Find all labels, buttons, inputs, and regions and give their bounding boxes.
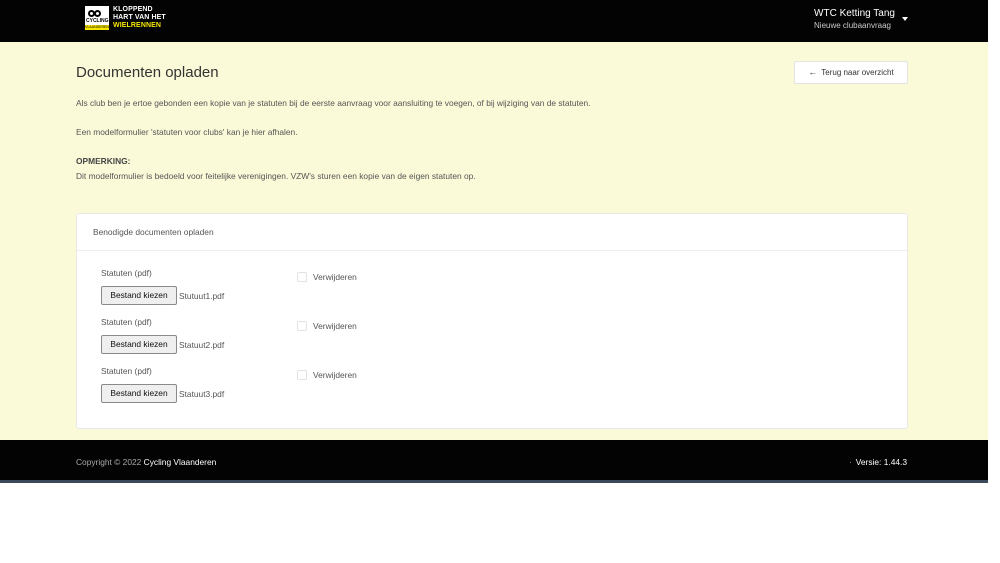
user-subtitle: Nieuwe clubaanvraag	[814, 21, 891, 30]
delete-label[interactable]: Verwijderen	[313, 321, 357, 331]
upload-row: Statuten (pdf) Bestand kiezen Statuut2.p…	[101, 317, 701, 357]
version-text: Versie: 1.44.3	[855, 457, 907, 467]
back-to-overview-button[interactable]: ← Terug naar overzicht	[794, 61, 908, 84]
intro-text: Als club ben je ertoe gebonden een kopie…	[76, 98, 591, 108]
logo-line-2: HART VAN HET	[113, 14, 166, 21]
card-heading: Benodigde documenten opladen	[77, 214, 907, 251]
upload-row: Statuten (pdf) Bestand kiezen Statuut3.p…	[101, 366, 701, 406]
upload-label: Statuten (pdf)	[101, 366, 152, 376]
caret-down-icon[interactable]	[902, 17, 908, 21]
remark-title: OPMERKING:	[76, 156, 131, 166]
logo-badge: CYCLING VLAANDEREN	[85, 6, 109, 30]
version-info: · Versie: 1.44.3	[849, 457, 907, 467]
logo-badge-strip-text: VLAANDEREN	[85, 25, 109, 29]
page-title: Documenten opladen	[76, 64, 219, 81]
upload-card: Benodigde documenten opladen Statuten (p…	[76, 213, 908, 429]
user-menu[interactable]: WTC Ketting Tang Nieuwe clubaanvraag	[814, 8, 895, 31]
copyright: Copyright © 2022 Cycling Vlaanderen	[76, 457, 216, 467]
choose-file-button[interactable]: Bestand kiezen	[101, 335, 177, 354]
choose-file-button[interactable]: Bestand kiezen	[101, 384, 177, 403]
user-name: WTC Ketting Tang	[814, 8, 895, 19]
logo-line-3: WIELRENNEN	[113, 22, 162, 29]
upload-label: Statuten (pdf)	[101, 317, 152, 327]
bottom-border	[0, 480, 988, 483]
logo-ring-icon	[94, 10, 101, 17]
model-form-text: Een modelformulier 'statuten voor clubs'…	[76, 127, 298, 137]
logo-line-1: KLOPPEND	[113, 6, 153, 13]
file-name: Stutuut1.pdf	[179, 291, 225, 301]
delete-checkbox[interactable]	[297, 321, 307, 331]
choose-file-button[interactable]: Bestand kiezen	[101, 286, 177, 305]
top-navbar: CYCLING VLAANDEREN KLOPPEND HART VAN HET…	[0, 0, 988, 42]
copyright-text: Copyright © 2022	[76, 457, 142, 467]
footer-brand-link[interactable]: Cycling Vlaanderen	[144, 457, 217, 467]
delete-checkbox[interactable]	[297, 370, 307, 380]
logo-text: KLOPPEND HART VAN HET WIELRENNEN	[113, 6, 166, 30]
file-name: Statuut3.pdf	[179, 389, 225, 399]
cycling-vlaanderen-logo[interactable]: CYCLING VLAANDEREN KLOPPEND HART VAN HET…	[85, 6, 166, 32]
logo-badge-word: CYCLING	[86, 18, 109, 24]
delete-label[interactable]: Verwijderen	[313, 272, 357, 282]
footer: Copyright © 2022 Cycling Vlaanderen · Ver…	[0, 440, 988, 480]
logo-badge-strip: VLAANDEREN	[85, 25, 109, 30]
upload-label: Statuten (pdf)	[101, 268, 152, 278]
file-name: Statuut2.pdf	[179, 340, 225, 350]
upload-row: Statuten (pdf) Bestand kiezen Stutuut1.p…	[101, 268, 701, 308]
card-heading-text: Benodigde documenten opladen	[93, 227, 214, 237]
separator-dot: ·	[848, 457, 852, 467]
arrow-left-icon: ←	[808, 67, 818, 77]
remark-text: Dit modelformulier is bedoeld voor feite…	[76, 171, 476, 181]
delete-checkbox[interactable]	[297, 272, 307, 282]
back-button-label: Terug naar overzicht	[821, 68, 894, 77]
delete-label[interactable]: Verwijderen	[313, 370, 357, 380]
